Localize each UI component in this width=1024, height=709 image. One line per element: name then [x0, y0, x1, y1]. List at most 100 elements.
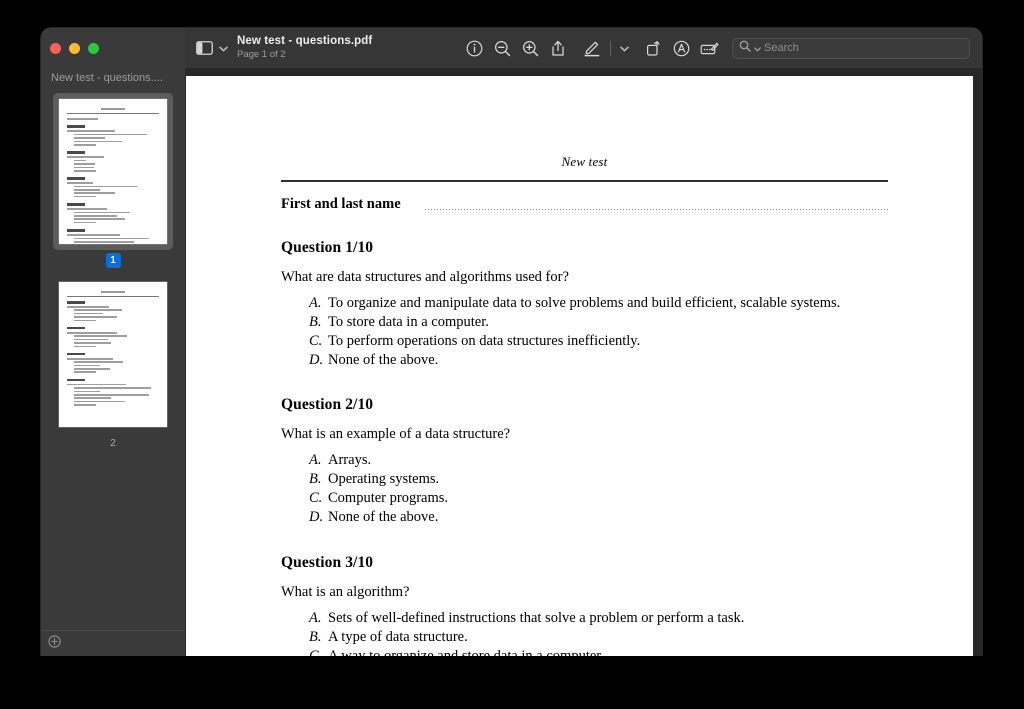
option-row: A. To organize and manipulate data to so…	[309, 294, 888, 313]
search-placeholder: Search	[764, 42, 799, 54]
question-heading: Question 1/10	[281, 238, 374, 256]
titlebar-left	[41, 28, 185, 68]
option-text: To perform operations on data structures…	[328, 332, 641, 349]
name-field-blank[interactable]	[424, 208, 888, 210]
question-block: Question 2/10 What is an example of a da…	[281, 396, 888, 528]
option-letter: C.	[309, 647, 323, 656]
magnifier-plus-icon	[522, 40, 539, 57]
document-view[interactable]: New test First and last name Question 1/…	[185, 68, 982, 656]
question-prompt: What is an algorithm?	[281, 583, 410, 600]
thumbnail-page-1[interactable]: 1	[41, 93, 185, 268]
name-field-label: First and last name	[281, 195, 401, 212]
signature-pad-icon	[700, 41, 719, 56]
rotate-right-icon	[645, 40, 662, 57]
page-indicator: Page 1 of 2	[237, 48, 286, 60]
option-row: D. None of the above.	[309, 351, 888, 370]
option-text: To store data in a computer.	[328, 313, 489, 330]
sidebar-toggle-button[interactable]	[193, 35, 215, 61]
option-text: Arrays.	[328, 452, 372, 469]
toolbar-divider	[610, 40, 611, 56]
thumbnail-page-2-preview	[59, 282, 167, 427]
thumbnail-page-1-preview	[59, 99, 167, 244]
zoom-out-button[interactable]	[489, 35, 515, 61]
option-letter: C.	[309, 332, 323, 349]
option-text: Computer programs.	[328, 490, 449, 507]
option-letter: A.	[309, 452, 322, 469]
share-icon	[550, 40, 566, 57]
option-letter: C.	[309, 490, 323, 507]
option-row: B. To store data in a computer.	[309, 313, 888, 332]
magnifier-minus-icon	[494, 40, 511, 57]
option-letter: A.	[309, 294, 322, 311]
minimize-button[interactable]	[69, 42, 80, 54]
option-letter: A.	[309, 609, 322, 626]
question-prompt: What are data structures and algorithms …	[281, 268, 569, 285]
markup-button[interactable]	[579, 35, 605, 61]
option-text: A type of data structure.	[328, 628, 468, 645]
question-heading: Question 3/10	[281, 553, 374, 571]
option-row: D. None of the above.	[309, 508, 888, 527]
option-row: C. To perform operations on data structu…	[309, 332, 888, 351]
option-text: To organize and manipulate data to solve…	[328, 294, 841, 311]
markup-options-button[interactable]	[616, 36, 632, 60]
option-letter: B.	[309, 313, 322, 330]
option-row: B. Operating systems.	[309, 470, 888, 489]
preview-window: New test - questions.pdf Page 1 of 2 Sea…	[41, 28, 982, 656]
document-title: New test - questions.pdf	[237, 35, 373, 48]
option-letter: B.	[309, 628, 322, 645]
question-heading: Question 2/10	[281, 396, 374, 414]
info-button[interactable]	[461, 35, 487, 61]
question-block: Question 1/10 What are data structures a…	[281, 239, 888, 371]
option-text: A way to organize and store data in a co…	[328, 647, 604, 656]
window-body: New test - questions.... 1 2 New test Fi…	[41, 68, 982, 656]
option-text: None of the above.	[328, 509, 439, 526]
document-title-block: New test - questions.pdf Page 1 of 2	[237, 35, 372, 60]
option-row: A. Arrays.	[309, 451, 888, 470]
sidebar-options-chevron-button[interactable]	[215, 36, 231, 60]
thumbnail-page-2-number: 2	[110, 438, 116, 449]
option-letter: B.	[309, 471, 322, 488]
option-letter: D.	[309, 509, 324, 526]
document-scroll-area[interactable]: New test First and last name Question 1/…	[186, 76, 973, 656]
pdf-page-1: New test First and last name Question 1/…	[186, 76, 973, 656]
close-button[interactable]	[50, 42, 61, 54]
rotate-button[interactable]	[640, 35, 666, 61]
thumbnail-page-1-frame[interactable]	[53, 93, 173, 250]
question-block: Question 3/10 What is an algorithm? A. S…	[281, 554, 888, 656]
info-circle-icon	[466, 40, 483, 57]
header-rule	[281, 180, 888, 182]
option-row: C. A way to organize and store data in a…	[309, 647, 888, 656]
option-text: None of the above.	[328, 351, 439, 368]
maximize-button[interactable]	[88, 42, 99, 54]
sidebar-footer	[41, 630, 185, 656]
sidebar-document-name: New test - questions....	[51, 72, 163, 84]
thumbnail-list: 1 2	[41, 92, 185, 630]
option-text: Sets of well-defined instructions that s…	[328, 609, 745, 626]
markup-pen-icon	[583, 39, 601, 57]
chevron-down-icon	[218, 39, 228, 57]
question-options: A. To organize and manipulate data to so…	[281, 294, 888, 371]
thumbnail-page-2-frame[interactable]	[53, 276, 173, 433]
question-options: A. Sets of well-defined instructions tha…	[281, 609, 888, 656]
desktop-background	[0, 656, 1024, 709]
question-options: A. Arrays. B. Operating systems. C. Comp…	[281, 451, 888, 528]
signature-button[interactable]	[696, 35, 722, 61]
option-letter: D.	[309, 351, 324, 368]
share-button[interactable]	[545, 35, 571, 61]
option-row: B. A type of data structure.	[309, 628, 888, 647]
plus-circle-icon[interactable]	[48, 634, 61, 653]
zoom-in-button[interactable]	[517, 35, 543, 61]
annotate-button[interactable]	[668, 35, 694, 61]
search-input[interactable]: Search	[732, 37, 970, 59]
option-row: A. Sets of well-defined instructions tha…	[309, 609, 888, 628]
window-titlebar: New test - questions.pdf Page 1 of 2 Sea…	[41, 28, 982, 68]
search-scope-chevron-icon[interactable]	[754, 39, 761, 57]
document-header-title: New test	[561, 154, 608, 169]
chevron-down-icon	[619, 39, 629, 57]
titlebar-toolbar: New test - questions.pdf Page 1 of 2 Sea…	[185, 28, 982, 68]
sidebar-icon	[195, 41, 213, 55]
option-row: C. Computer programs.	[309, 489, 888, 508]
thumbnail-page-1-number: 1	[105, 253, 121, 268]
thumbnail-page-2[interactable]: 2	[41, 276, 185, 451]
question-prompt: What is an example of a data structure?	[281, 426, 511, 443]
